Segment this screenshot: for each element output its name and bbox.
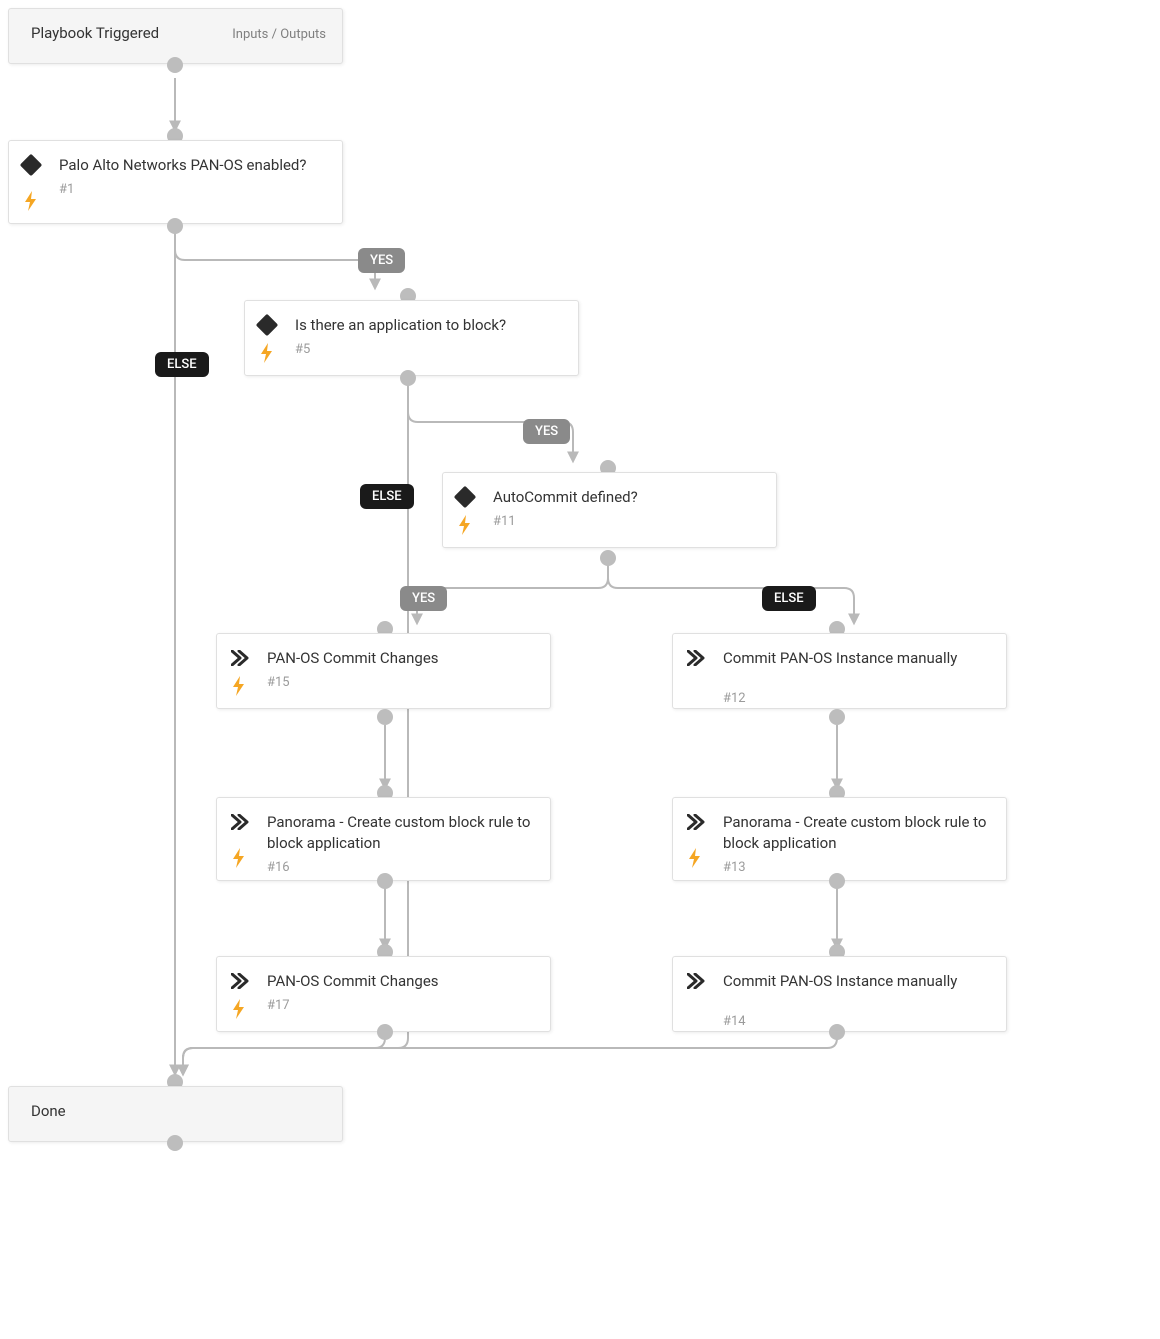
bolt-icon bbox=[231, 999, 247, 1019]
bolt-icon bbox=[259, 343, 275, 363]
branch-yes: YES bbox=[358, 248, 405, 273]
node-13[interactable]: Panorama - Create custom block rule to b… bbox=[672, 797, 1007, 881]
node-5[interactable]: Is there an application to block? #5 bbox=[244, 300, 579, 376]
port-dot bbox=[400, 370, 416, 386]
node-title: Palo Alto Networks PAN-OS enabled? bbox=[59, 155, 326, 176]
branch-yes: YES bbox=[523, 419, 570, 444]
node-id: #1 bbox=[59, 182, 326, 197]
node-id: #17 bbox=[267, 998, 534, 1013]
node-12[interactable]: Commit PAN-OS Instance manually #12 bbox=[672, 633, 1007, 709]
node-16[interactable]: Panorama - Create custom block rule to b… bbox=[216, 797, 551, 881]
node-id: #11 bbox=[493, 514, 760, 529]
node-1[interactable]: Palo Alto Networks PAN-OS enabled? #1 bbox=[8, 140, 343, 224]
branch-yes: YES bbox=[400, 586, 447, 611]
node-title: AutoCommit defined? bbox=[493, 487, 760, 508]
bolt-icon bbox=[231, 848, 247, 868]
branch-else: ELSE bbox=[762, 586, 816, 611]
port-dot bbox=[167, 57, 183, 73]
node-17[interactable]: PAN-OS Commit Changes #17 bbox=[216, 956, 551, 1032]
port-dot bbox=[600, 550, 616, 566]
diamond-icon bbox=[454, 486, 477, 509]
port-dot bbox=[377, 709, 393, 725]
port-dot bbox=[167, 218, 183, 234]
node-id: #5 bbox=[295, 342, 562, 357]
diamond-icon bbox=[256, 314, 279, 337]
node-id: #13 bbox=[723, 860, 990, 875]
node-id: #16 bbox=[267, 860, 534, 875]
start-node[interactable]: Playbook Triggered Inputs / Outputs bbox=[8, 8, 343, 64]
chevron-icon bbox=[687, 973, 705, 989]
diamond-icon bbox=[20, 154, 43, 177]
node-id: #12 bbox=[723, 691, 990, 706]
port-dot bbox=[377, 1024, 393, 1040]
node-11[interactable]: AutoCommit defined? #11 bbox=[442, 472, 777, 548]
chevron-icon bbox=[687, 814, 705, 830]
node-title: Panorama - Create custom block rule to b… bbox=[267, 812, 534, 854]
io-label[interactable]: Inputs / Outputs bbox=[232, 27, 326, 42]
bolt-icon bbox=[231, 676, 247, 696]
bolt-icon bbox=[23, 191, 39, 211]
node-15[interactable]: PAN-OS Commit Changes #15 bbox=[216, 633, 551, 709]
node-id: #14 bbox=[723, 1014, 990, 1029]
bolt-icon bbox=[457, 515, 473, 535]
port-dot bbox=[829, 709, 845, 725]
port-dot bbox=[167, 1135, 183, 1151]
port-dot bbox=[829, 873, 845, 889]
chevron-icon bbox=[231, 650, 249, 666]
port-dot bbox=[377, 873, 393, 889]
node-title: Commit PAN-OS Instance manually bbox=[723, 648, 990, 669]
port-dot bbox=[829, 1024, 845, 1040]
chevron-icon bbox=[687, 650, 705, 666]
chevron-icon bbox=[231, 973, 249, 989]
node-title: Commit PAN-OS Instance manually bbox=[723, 971, 990, 992]
done-title: Done bbox=[31, 1101, 326, 1122]
node-title: Is there an application to block? bbox=[295, 315, 562, 336]
branch-else: ELSE bbox=[155, 352, 209, 377]
branch-else: ELSE bbox=[360, 484, 414, 509]
node-title: Panorama - Create custom block rule to b… bbox=[723, 812, 990, 854]
chevron-icon bbox=[231, 814, 249, 830]
node-title: PAN-OS Commit Changes bbox=[267, 971, 534, 992]
node-14[interactable]: Commit PAN-OS Instance manually #14 bbox=[672, 956, 1007, 1032]
done-node[interactable]: Done bbox=[8, 1086, 343, 1142]
node-title: PAN-OS Commit Changes bbox=[267, 648, 534, 669]
node-id: #15 bbox=[267, 675, 534, 690]
bolt-icon bbox=[687, 848, 703, 868]
